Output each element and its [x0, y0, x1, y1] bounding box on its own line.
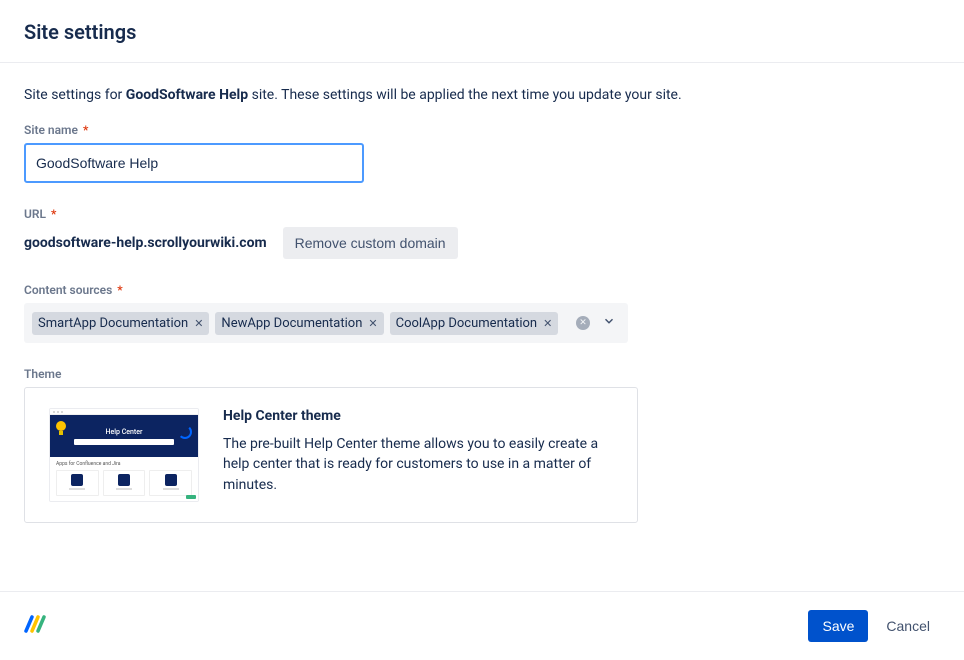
theme-card: Help Center Apps for Confluence and Jira — [24, 387, 638, 523]
remove-tag-icon[interactable]: ✕ — [194, 318, 203, 329]
clear-all-icon[interactable]: ✕ — [576, 316, 590, 330]
thumb-accent — [186, 495, 196, 499]
thumb-search-bar — [74, 439, 174, 445]
thumb-hero: Help Center — [50, 415, 198, 457]
theme-card-description: The pre-built Help Center theme allows y… — [223, 434, 613, 495]
content-sources-select[interactable]: SmartApp Documentation ✕ NewApp Document… — [24, 303, 628, 343]
url-row: goodsoftware-help.scrollyourwiki.com Rem… — [24, 227, 940, 259]
content-source-tag: NewApp Documentation ✕ — [215, 312, 383, 335]
remove-tag-icon[interactable]: ✕ — [543, 318, 552, 329]
site-name-label-text: Site name — [24, 123, 78, 137]
url-value: goodsoftware-help.scrollyourwiki.com — [24, 235, 267, 251]
thumb-body: Apps for Confluence and Jira — [50, 457, 198, 501]
swirl-icon — [178, 425, 192, 439]
theme-card-title: Help Center theme — [223, 408, 613, 424]
url-label: URL * — [24, 207, 940, 221]
brand-logo-icon — [24, 614, 48, 634]
lightbulb-icon — [56, 421, 66, 435]
intro-suffix: site. These settings will be applied the… — [248, 87, 682, 103]
theme-info: Help Center theme The pre-built Help Cen… — [223, 408, 613, 495]
field-site-name: Site name * — [24, 123, 940, 183]
tag-label: NewApp Documentation — [221, 316, 362, 331]
remove-custom-domain-button[interactable]: Remove custom domain — [283, 227, 458, 259]
intro-text: Site settings for GoodSoftware Help site… — [24, 87, 940, 103]
content-source-tag: CoolApp Documentation ✕ — [390, 312, 559, 335]
content-source-tag: SmartApp Documentation ✕ — [32, 312, 209, 335]
page-title: Site settings — [24, 20, 940, 44]
theme-label: Theme — [24, 367, 940, 381]
content-sources-label: Content sources * — [24, 283, 940, 297]
site-name-input[interactable] — [24, 143, 364, 183]
footer-logo — [24, 614, 48, 638]
thumb-cards — [56, 470, 192, 496]
tag-label: SmartApp Documentation — [38, 316, 188, 331]
theme-thumbnail: Help Center Apps for Confluence and Jira — [49, 408, 199, 502]
required-marker: * — [83, 123, 88, 137]
intro-site-name: GoodSoftware Help — [126, 87, 248, 103]
cancel-button[interactable]: Cancel — [876, 610, 940, 642]
chevron-down-icon[interactable] — [602, 314, 616, 332]
intro-prefix: Site settings for — [24, 87, 126, 103]
thumb-title: Help Center — [106, 428, 143, 436]
field-url: URL * goodsoftware-help.scrollyourwiki.c… — [24, 207, 940, 259]
url-label-text: URL — [24, 207, 46, 221]
thumb-section-label: Apps for Confluence and Jira — [56, 461, 192, 467]
page-header: Site settings — [0, 0, 964, 63]
footer: Save Cancel — [0, 591, 964, 660]
site-name-label: Site name * — [24, 123, 940, 137]
field-theme: Theme Help Center Apps for Confluence an… — [24, 367, 940, 523]
tag-label: CoolApp Documentation — [396, 316, 537, 331]
remove-tag-icon[interactable]: ✕ — [368, 318, 377, 329]
required-marker: * — [51, 207, 56, 221]
settings-page: Site settings Site settings for GoodSoft… — [0, 0, 964, 660]
required-marker: * — [117, 283, 122, 297]
field-content-sources: Content sources * SmartApp Documentation… — [24, 283, 940, 343]
content-area: Site settings for GoodSoftware Help site… — [0, 63, 964, 591]
footer-actions: Save Cancel — [808, 610, 940, 642]
content-sources-label-text: Content sources — [24, 283, 112, 297]
save-button[interactable]: Save — [808, 610, 868, 642]
